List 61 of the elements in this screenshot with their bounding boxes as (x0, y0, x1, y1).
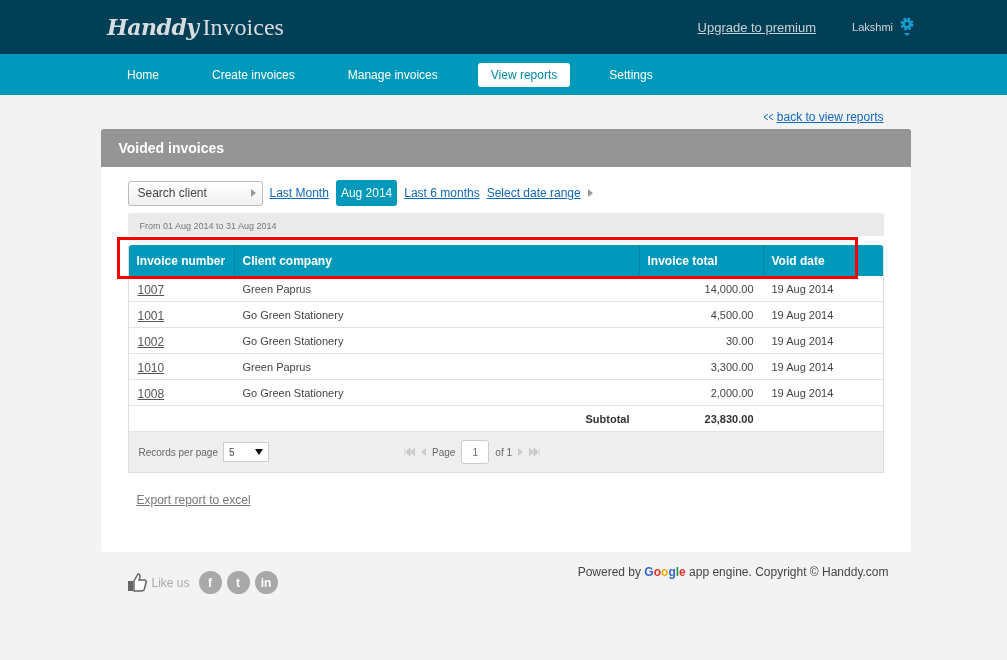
period-link[interactable]: Last Month (269, 186, 329, 200)
table-cell-text: 19 Aug 2014 (770, 386, 835, 399)
back-link[interactable]: back to view reports (776, 110, 884, 124)
nav-tab[interactable]: Home (114, 62, 172, 87)
subtotal-label: Subtotal (584, 412, 631, 425)
table-cell-text: Go Green Stationery (241, 334, 345, 347)
nav-tab[interactable]: Manage invoices (334, 62, 451, 87)
page-count: of 1 (495, 446, 513, 458)
panel-title: Voided invoices (100, 129, 911, 167)
table-cell-text: Green Paprus (241, 282, 312, 295)
table-cell-text: Go Green Stationery (241, 308, 345, 321)
table-cell-text: Go Green Stationery (241, 386, 345, 399)
export-link[interactable]: Export report to excel (136, 493, 251, 507)
settings-icon[interactable] (899, 16, 915, 38)
nav-tab[interactable]: Settings (596, 62, 666, 87)
dropdown-arrow-icon (255, 449, 263, 455)
next-page-icon[interactable] (518, 448, 524, 456)
page-label: Page (432, 446, 456, 458)
table-cell-text: 19 Aug 2014 (770, 282, 835, 295)
logo-script-text: Handdy (107, 13, 199, 40)
period-link[interactable]: Aug 2014 (335, 180, 398, 206)
records-label: Records per page (138, 446, 218, 458)
table-cell-text: 30.00 (724, 334, 755, 347)
invoice-number-link[interactable]: 1007 (128, 282, 174, 297)
subtotal-value: 23,830.00 (703, 412, 755, 425)
nav-tab[interactable]: Create invoices (199, 62, 308, 87)
period-link[interactable]: Select date range (486, 186, 581, 200)
previous-page-icon[interactable] (421, 448, 426, 456)
nav-tab[interactable]: View reports (477, 62, 571, 87)
invoice-number-link[interactable]: 1002 (128, 334, 174, 349)
table-cell-text: 14,000.00 (703, 282, 755, 295)
copyright-text: Powered by Google app engine. Copyright © Handdy.com (577, 565, 889, 581)
caret-icon (587, 189, 593, 197)
table-cell-text: 3,300.00 (709, 360, 755, 373)
double-arrow-icon (763, 114, 773, 120)
column-header: Client company (233, 245, 639, 276)
column-header: Invoice total (638, 245, 763, 276)
column-header: Invoice number (135, 252, 227, 270)
upgrade-link[interactable]: Upgrade to premium (697, 19, 817, 35)
invoice-number-link[interactable]: 1010 (128, 360, 174, 375)
invoice-number-link[interactable]: 1001 (128, 308, 174, 323)
table-cell-text: Green Paprus (241, 360, 312, 373)
table-cell-text: 2,000.00 (709, 386, 755, 399)
table-cell-text: 19 Aug 2014 (770, 360, 835, 373)
like-us-text: Like us (151, 575, 190, 590)
table-cell-text: 19 Aug 2014 (770, 334, 835, 347)
table-cell-text: 19 Aug 2014 (770, 308, 835, 321)
date-range-text: From 01 Aug 2014 to 31 Aug 2014 (127, 213, 884, 236)
caret-icon (250, 189, 256, 197)
logo-text: Invoices (202, 13, 284, 41)
invoice-number-link[interactable]: 1008 (128, 386, 174, 401)
last-page-icon[interactable] (529, 448, 541, 456)
user-name: Lakshmi (852, 21, 893, 33)
records-select[interactable]: 5 (223, 442, 269, 462)
search-client-field[interactable]: Search client (127, 180, 263, 206)
period-link[interactable]: Last 6 months (404, 186, 480, 200)
first-page-icon[interactable] (404, 448, 415, 456)
table-cell-text: 4,500.00 (709, 308, 755, 321)
page-input[interactable]: 1 (461, 440, 490, 464)
column-header: Void date (762, 245, 883, 276)
thumbs-up-icon (126, 573, 147, 592)
